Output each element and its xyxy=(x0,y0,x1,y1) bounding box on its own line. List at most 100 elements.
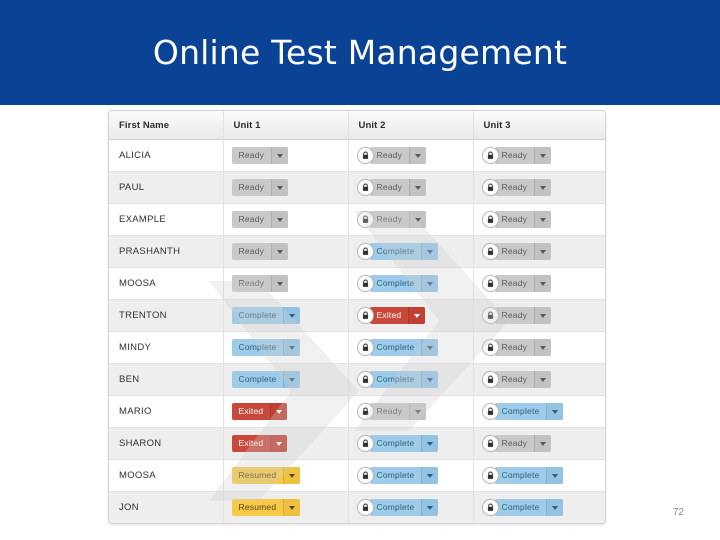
chevron-down-icon[interactable] xyxy=(271,243,289,260)
chevron-down-icon[interactable] xyxy=(534,179,552,196)
status-label: Complete xyxy=(238,342,277,352)
chevron-down-icon[interactable] xyxy=(283,371,301,388)
status-split-button-unit2[interactable]: Ready xyxy=(369,403,427,420)
chevron-down-icon[interactable] xyxy=(271,211,289,228)
chevron-down-icon[interactable] xyxy=(421,275,439,292)
chevron-down-icon[interactable] xyxy=(283,339,301,356)
cell-unit2: Complete xyxy=(348,491,474,523)
lock-icon xyxy=(481,499,499,516)
chevron-down-icon[interactable] xyxy=(409,147,427,164)
chevron-down-icon[interactable] xyxy=(270,435,288,452)
chevron-down-icon[interactable] xyxy=(421,499,439,516)
table-header: First Name Unit 1 Unit 2 Unit 3 xyxy=(109,111,605,140)
chevron-down-icon[interactable] xyxy=(271,275,289,292)
column-header-unit-1[interactable]: Unit 1 xyxy=(223,111,349,140)
chevron-down-icon[interactable] xyxy=(534,435,552,452)
status-split-button-unit1[interactable]: Ready xyxy=(231,243,289,260)
chevron-down-icon[interactable] xyxy=(534,211,552,228)
chevron-down-icon[interactable] xyxy=(409,211,427,228)
status-split-button-unit1[interactable]: Exited xyxy=(231,403,288,420)
chevron-down-icon[interactable] xyxy=(283,499,301,516)
status-split-button-unit1[interactable]: Resumed xyxy=(231,499,301,516)
status-split-button-unit2[interactable]: Complete xyxy=(369,499,439,516)
column-header-unit-2[interactable]: Unit 2 xyxy=(348,111,474,140)
lock-icon xyxy=(356,243,374,260)
chevron-down-icon[interactable] xyxy=(546,467,564,484)
status-split-button-unit2[interactable]: Complete xyxy=(369,467,439,484)
status-split-button-unit2[interactable]: Complete xyxy=(369,339,439,356)
chevron-down-icon[interactable] xyxy=(546,403,564,420)
chevron-down-icon[interactable] xyxy=(409,179,427,196)
status-label: Ready xyxy=(501,310,528,320)
status-split-button-unit3[interactable]: Complete xyxy=(494,499,564,516)
chevron-down-icon[interactable] xyxy=(271,179,289,196)
status-split-button-unit2[interactable]: Ready xyxy=(369,211,427,228)
status-split-button-unit1[interactable]: Complete xyxy=(231,307,301,324)
chevron-down-icon[interactable] xyxy=(534,275,552,292)
status-split-button-unit3[interactable]: Complete xyxy=(494,467,564,484)
status-split-button-unit1[interactable]: Complete xyxy=(231,371,301,388)
chevron-down-icon[interactable] xyxy=(421,371,439,388)
page-title: Online Test Management xyxy=(152,33,568,72)
status-split-button-unit1[interactable]: Complete xyxy=(231,339,301,356)
chevron-down-icon[interactable] xyxy=(409,403,427,420)
status-split-button-unit1[interactable]: Ready xyxy=(231,211,289,228)
chevron-down-icon[interactable] xyxy=(534,307,552,324)
status-split-button-unit3[interactable]: Ready xyxy=(494,339,552,356)
status-split-button-unit1[interactable]: Ready xyxy=(231,275,289,292)
cell-unit3: Ready xyxy=(473,139,605,172)
status-split-button-unit1[interactable]: Ready xyxy=(231,147,289,164)
status-label: Complete xyxy=(376,246,415,256)
chevron-down-icon[interactable] xyxy=(421,435,439,452)
lock-icon xyxy=(356,275,374,292)
chevron-down-icon[interactable] xyxy=(534,371,552,388)
status-label: Complete xyxy=(376,374,415,384)
status-split-button-unit1[interactable]: Ready xyxy=(231,179,289,196)
student-name: MARIO xyxy=(109,395,224,428)
status-label: Ready xyxy=(501,182,528,192)
status-split-button-unit2[interactable]: Complete xyxy=(369,435,439,452)
column-header-first-name[interactable]: First Name xyxy=(109,111,224,140)
status-split-button-unit2[interactable]: Ready xyxy=(369,179,427,196)
status-label: Ready xyxy=(501,246,528,256)
cell-unit2: Complete xyxy=(348,459,474,492)
status-split-button-unit3[interactable]: Complete xyxy=(494,403,564,420)
status-split-button-unit3[interactable]: Ready xyxy=(494,147,552,164)
chevron-down-icon[interactable] xyxy=(283,467,301,484)
chevron-down-icon[interactable] xyxy=(421,467,439,484)
status-split-button-unit2[interactable]: Ready xyxy=(369,147,427,164)
status-split-button-unit3[interactable]: Ready xyxy=(494,435,552,452)
status-split-button-unit3[interactable]: Ready xyxy=(494,211,552,228)
chevron-down-icon[interactable] xyxy=(408,307,426,324)
chevron-down-icon[interactable] xyxy=(421,243,439,260)
cell-unit2: Complete xyxy=(348,427,474,460)
chevron-down-icon[interactable] xyxy=(271,147,289,164)
chevron-down-icon[interactable] xyxy=(421,339,439,356)
chevron-down-icon[interactable] xyxy=(283,307,301,324)
chevron-down-icon[interactable] xyxy=(534,243,552,260)
status-split-button-unit3[interactable]: Ready xyxy=(494,307,552,324)
chevron-down-icon[interactable] xyxy=(270,403,288,420)
status-label: Exited xyxy=(238,438,264,448)
column-header-unit-3[interactable]: Unit 3 xyxy=(473,111,605,140)
status-split-button-unit3[interactable]: Ready xyxy=(494,371,552,388)
status-split-button-unit2[interactable]: Complete xyxy=(369,243,439,260)
status-split-button-unit2[interactable]: Exited xyxy=(369,307,426,324)
lock-icon xyxy=(356,371,374,388)
status-split-button-unit3[interactable]: Ready xyxy=(494,179,552,196)
cell-unit3: Complete xyxy=(473,459,605,492)
table-row: BEN Complete Complete Ready xyxy=(109,363,605,396)
status-split-button-unit1[interactable]: Resumed xyxy=(231,467,301,484)
status-split-button-unit3[interactable]: Ready xyxy=(494,243,552,260)
status-split-button-unit3[interactable]: Ready xyxy=(494,275,552,292)
chevron-down-icon[interactable] xyxy=(546,499,564,516)
chevron-down-icon[interactable] xyxy=(534,339,552,356)
lock-icon xyxy=(356,147,374,164)
cell-unit1: Complete xyxy=(223,299,349,332)
status-split-button-unit1[interactable]: Exited xyxy=(231,435,288,452)
lock-icon xyxy=(356,211,374,228)
cell-unit1: Ready xyxy=(223,235,349,268)
status-split-button-unit2[interactable]: Complete xyxy=(369,275,439,292)
status-split-button-unit2[interactable]: Complete xyxy=(369,371,439,388)
chevron-down-icon[interactable] xyxy=(534,147,552,164)
